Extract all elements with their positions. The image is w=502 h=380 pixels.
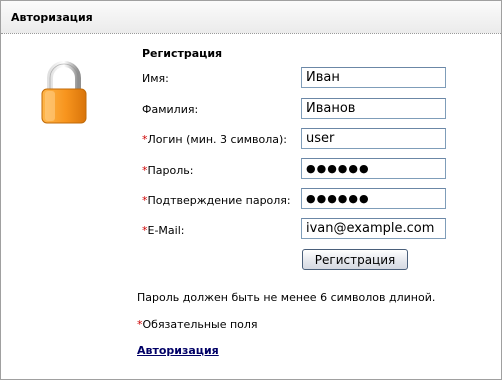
login-field[interactable] (301, 128, 446, 149)
auth-panel: Авторизация Регистрация Имя: Фамилия: *Л… (0, 0, 502, 380)
required-hint-text: Обязательные поля (142, 318, 258, 331)
register-button[interactable]: Регистрация (302, 249, 408, 270)
login-link[interactable]: Авторизация (137, 344, 219, 357)
email-field[interactable] (301, 218, 446, 239)
password-confirm-label: *Подтверждение пароля: (142, 194, 291, 207)
login-label: *Логин (мин. 3 символа): (142, 133, 287, 146)
label-text: Логин (мин. 3 символа): (147, 133, 288, 146)
password-field[interactable] (301, 158, 446, 179)
email-label: *E-Mail: (142, 224, 184, 237)
panel-title: Авторизация (11, 11, 93, 24)
password-label: *Пароль: (142, 164, 193, 177)
password-confirm-field[interactable] (301, 188, 446, 209)
first-name-label: Имя: (142, 72, 169, 85)
password-hint: Пароль должен быть не менее 6 символов д… (137, 291, 436, 304)
label-text: Имя: (142, 72, 169, 85)
last-name-label: Фамилия: (142, 103, 198, 116)
required-hint: *Обязательные поля (137, 318, 258, 331)
last-name-field[interactable] (301, 98, 446, 119)
label-text: E-Mail: (147, 224, 185, 237)
form-title: Регистрация (142, 47, 223, 60)
padlock-icon (41, 61, 87, 124)
label-text: Фамилия: (142, 103, 199, 116)
label-text: Подтверждение пароля: (147, 194, 291, 207)
panel-header: Авторизация (1, 1, 501, 34)
first-name-field[interactable] (301, 67, 446, 88)
label-text: Пароль: (147, 164, 194, 177)
